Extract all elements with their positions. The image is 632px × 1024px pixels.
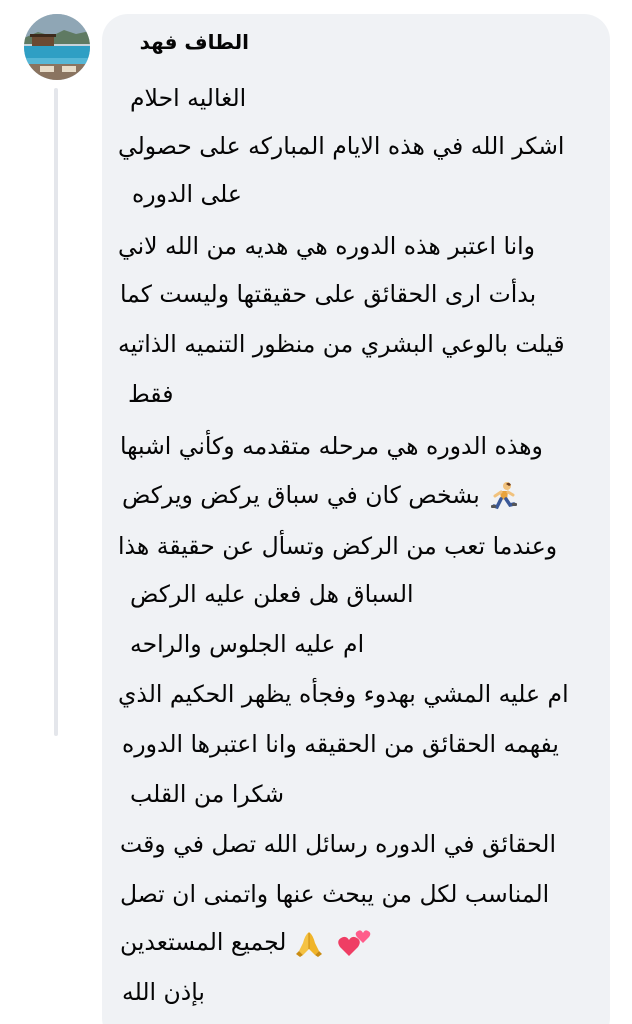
comment-line: يفهمه الحقائق من الحقيقه وانا اعتبرها ال… <box>122 730 559 758</box>
comment-line-with-emoji: بشخص كان في سباق يركض ويركض <box>122 480 527 512</box>
comment-line: لجميع المستعدين <box>120 928 287 956</box>
comment-line: قيلت بالوعي البشري من منظور التنميه الذا… <box>118 330 565 358</box>
comment-line: فقط <box>128 380 174 408</box>
comment-line: بإذن الله <box>122 978 205 1006</box>
comment-line: بشخص كان في سباق يركض ويركض <box>122 480 480 509</box>
comment-line: وهذه الدوره هي مرحله متقدمه وكأني اشبها <box>120 432 543 460</box>
comment-line: شكرا من القلب <box>130 780 285 808</box>
comment-line: اشكر الله في هذه الايام المباركه على حصو… <box>118 132 565 160</box>
avatar-image <box>24 14 90 80</box>
avatar[interactable] <box>24 14 90 80</box>
reply-thread-line <box>54 88 58 736</box>
comment-line: الحقائق في الدوره رسائل الله تصل في وقت <box>120 830 556 858</box>
folded-hands-icon <box>295 931 322 957</box>
comment-line: السباق هل فعلن عليه الركض <box>130 580 414 608</box>
comment-line: بدأت ارى الحقائق على حقيقتها وليست كما <box>120 280 537 308</box>
comment-line: على الدوره <box>132 180 242 208</box>
comment-line: وانا اعتبر هذه الدوره هي هديه من الله لا… <box>118 232 536 260</box>
comment-line: وعندما تعب من الركض وتسأل عن حقيقة هذا <box>118 532 558 560</box>
running-person-icon <box>491 482 518 510</box>
comment-bubble <box>102 14 610 1024</box>
comment-line: ام عليه المشي بهدوء وفجأه يظهر الحكيم ال… <box>118 680 569 708</box>
comment-line: ام عليه الجلوس والراحه <box>130 630 365 658</box>
comment-line-with-emoji: لجميع المستعدين <box>120 928 373 959</box>
two-hearts-icon <box>338 929 371 956</box>
comment-line: المناسب لكل من يبحث عنها واتمنى ان تصل <box>120 880 550 908</box>
comment-line: الغاليه احلام <box>130 84 247 112</box>
comment-thread: الطاف فهد الغاليه احلام اشكر الله في هذه… <box>0 0 632 1024</box>
comment-author-name[interactable]: الطاف فهد <box>140 30 249 54</box>
